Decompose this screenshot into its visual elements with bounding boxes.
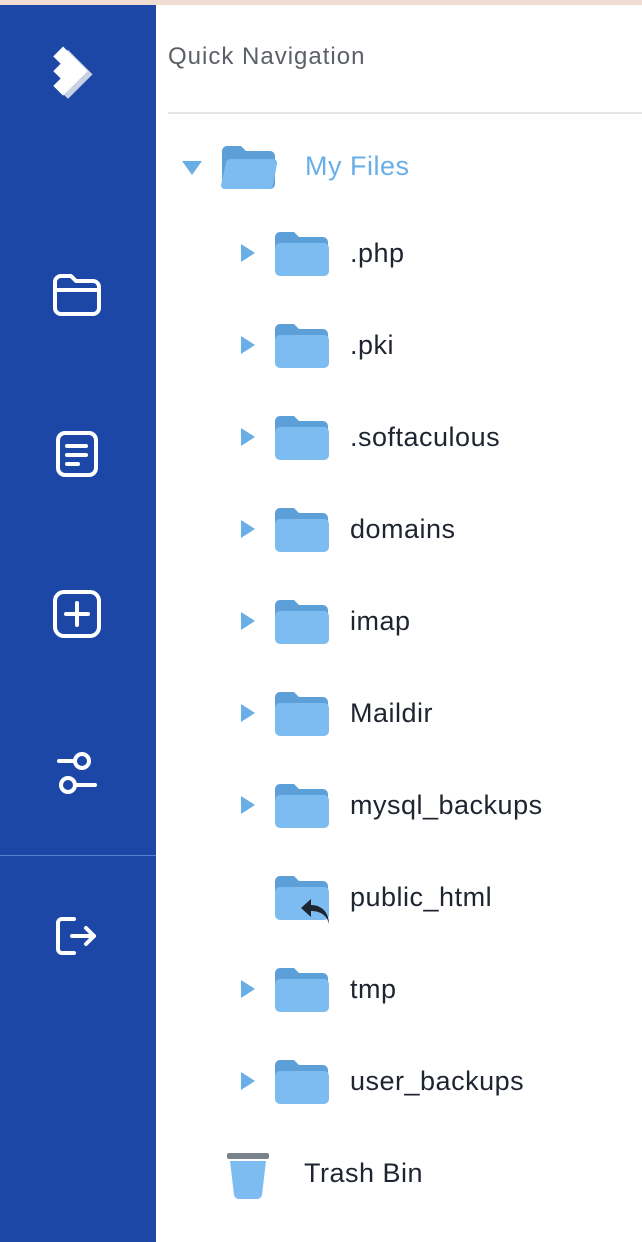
folder-icon xyxy=(275,784,329,828)
logo-icon xyxy=(53,46,93,99)
document-icon xyxy=(56,431,98,477)
folder-icon xyxy=(275,508,329,552)
tree-item-label: Maildir xyxy=(350,698,434,728)
tree-item-label: tmp xyxy=(350,974,397,1004)
tree-item-label: .php xyxy=(350,238,405,268)
create-new-button[interactable] xyxy=(50,587,104,641)
folder-icon xyxy=(275,1060,329,1104)
quick-navigation-panel: Quick Navigation My Files .php .pki .sof… xyxy=(156,5,642,1242)
expand-arrow-icon[interactable] xyxy=(241,244,255,262)
tree-item-php[interactable]: .php xyxy=(156,223,642,283)
tree-item-label: .softaculous xyxy=(350,422,501,452)
tree-item-label: public_html xyxy=(350,882,493,912)
logout-icon xyxy=(56,917,96,955)
folder-icon xyxy=(275,232,329,276)
folder-icon xyxy=(275,600,329,644)
tree-item-pki[interactable]: .pki xyxy=(156,315,642,375)
expand-arrow-icon[interactable] xyxy=(241,520,255,538)
tree-item-user-backups[interactable]: user_backups xyxy=(156,1051,642,1111)
file-manager-button[interactable] xyxy=(50,267,104,321)
folder-icon xyxy=(275,968,329,1012)
tree-item-mysql-backups[interactable]: mysql_backups xyxy=(156,775,642,835)
tree-item-softaculous[interactable]: .softaculous xyxy=(156,407,642,467)
tree-item-label: mysql_backups xyxy=(350,790,543,820)
expand-arrow-icon[interactable] xyxy=(241,428,255,446)
trash-icon xyxy=(227,1153,269,1200)
tree-item-label: domains xyxy=(350,514,456,544)
trash-bin-label: Trash Bin xyxy=(304,1158,424,1188)
folder-icon xyxy=(275,324,329,368)
trash-bin[interactable]: Trash Bin xyxy=(156,1143,642,1203)
settings-button[interactable] xyxy=(50,747,104,801)
folder-icon xyxy=(275,416,329,460)
logout-button[interactable] xyxy=(50,909,104,963)
settings-icon xyxy=(57,752,97,794)
expand-arrow-icon[interactable] xyxy=(241,612,255,630)
expand-arrow-icon[interactable] xyxy=(241,1072,255,1090)
tree-item-label: .pki xyxy=(350,330,395,360)
expand-arrow-icon[interactable] xyxy=(241,980,255,998)
rail-divider xyxy=(0,855,156,856)
expand-arrow-icon[interactable] xyxy=(241,796,255,814)
tree-item-label: imap xyxy=(350,606,411,636)
folder-icon xyxy=(275,692,329,736)
tree-root-label: My Files xyxy=(305,151,410,181)
panel-divider xyxy=(168,112,642,114)
tree-root-my-files[interactable]: My Files xyxy=(156,137,642,197)
collapse-arrow-icon[interactable] xyxy=(182,161,202,175)
app-logo[interactable] xyxy=(50,46,104,103)
tree-item-public-html[interactable]: public_html xyxy=(156,867,642,927)
tree-item-domains[interactable]: domains xyxy=(156,499,642,559)
tree-item-label: user_backups xyxy=(350,1066,525,1096)
tree-item-imap[interactable]: imap xyxy=(156,591,642,651)
documents-button[interactable] xyxy=(50,427,104,481)
expand-arrow-icon[interactable] xyxy=(241,704,255,722)
folder-shortcut-icon xyxy=(275,876,329,924)
tree-item-maildir[interactable]: Maildir xyxy=(156,683,642,743)
panel-title: Quick Navigation xyxy=(168,43,366,70)
tree-item-tmp[interactable]: tmp xyxy=(156,959,642,1019)
side-rail xyxy=(0,5,156,1242)
plus-square-icon xyxy=(53,590,101,638)
expand-arrow-icon[interactable] xyxy=(241,336,255,354)
folder-open-icon xyxy=(220,146,278,190)
folder-icon xyxy=(53,274,101,316)
